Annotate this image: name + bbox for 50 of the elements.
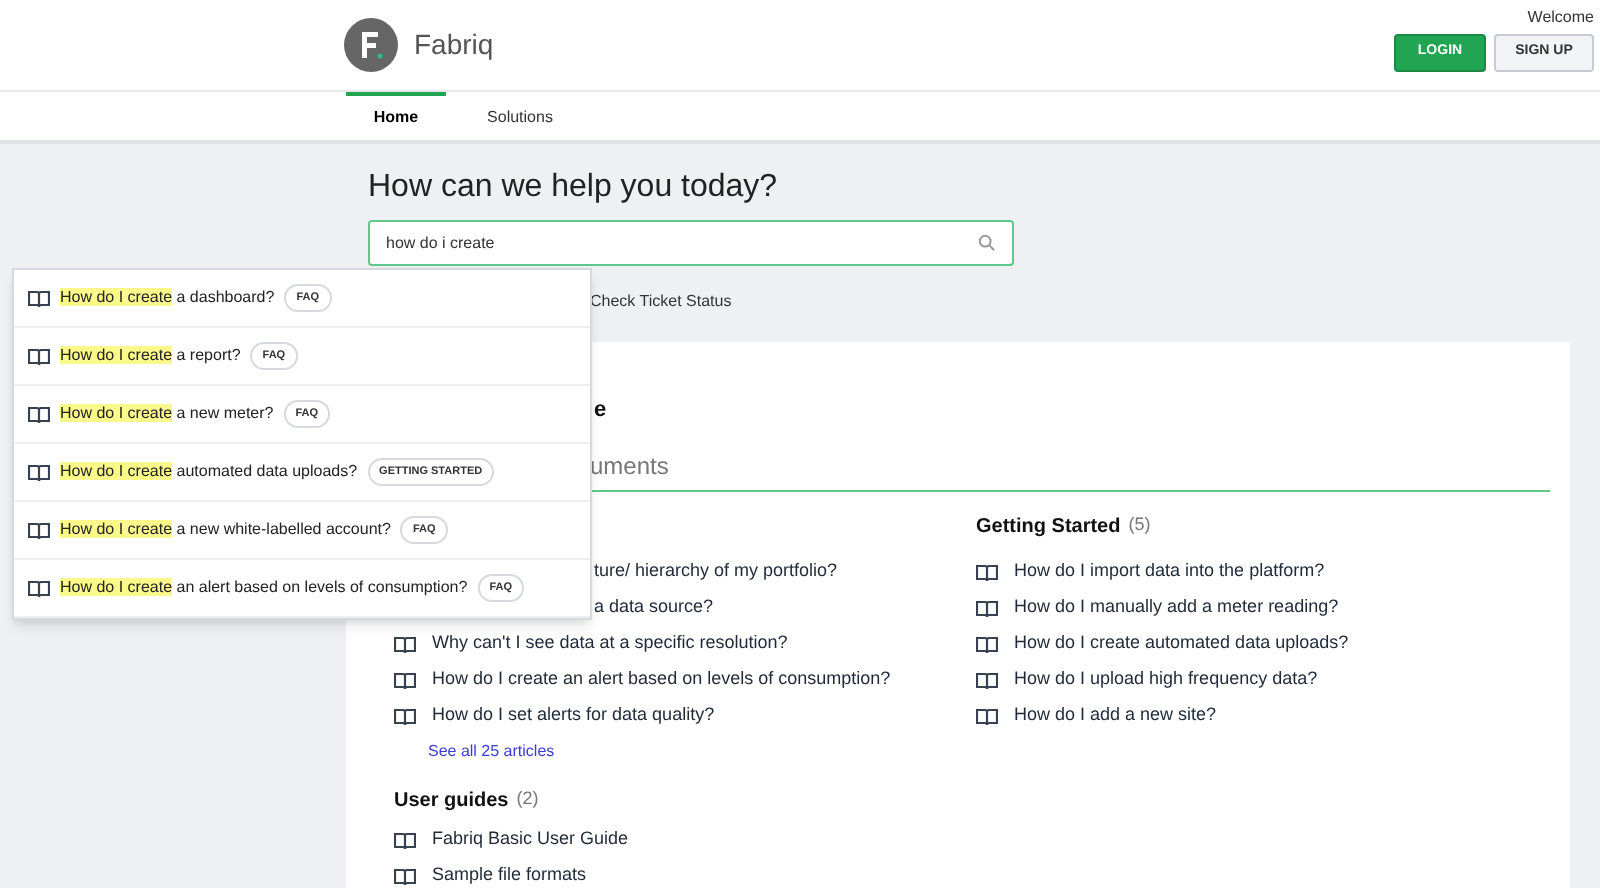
book-icon <box>976 635 998 653</box>
logo-icon <box>344 18 398 72</box>
book-icon <box>28 579 50 597</box>
book-icon <box>976 563 998 581</box>
book-icon <box>394 671 416 689</box>
search-icon <box>978 234 996 252</box>
book-icon <box>28 463 50 481</box>
book-icon <box>976 599 998 617</box>
documents-tab[interactable]: uments <box>590 452 669 480</box>
book-icon <box>976 671 998 689</box>
book-icon <box>28 347 50 365</box>
brand-name: Fabriq <box>414 26 494 64</box>
article-link[interactable]: ture/ hierarchy of my portfolio? <box>594 558 838 586</box>
section-title: Getting Started <box>976 513 1121 541</box>
article-link[interactable]: How do I set alerts for data quality? <box>432 702 715 730</box>
welcome-text: Welcome <box>1527 6 1594 30</box>
article-count: (5) <box>1128 512 1151 539</box>
ticket-link[interactable]: Check Ticket Status <box>590 290 732 314</box>
article-link[interactable]: How do I import data into the platform? <box>1014 558 1325 586</box>
book-icon <box>976 707 998 725</box>
nav-tab[interactable]: Home <box>346 92 446 140</box>
section-heading: e <box>592 396 607 426</box>
suggestion-text: How do I create a dashboard? <box>60 286 275 310</box>
article-link[interactable]: a data source? <box>594 594 714 622</box>
suggestion-text: How do I create a new meter? <box>60 402 274 426</box>
page-title: How can we help you today? <box>368 168 780 208</box>
article-link[interactable]: How do I upload high frequency data? <box>1014 666 1318 694</box>
suggestion-text: How do I create a report? <box>60 344 241 368</box>
book-icon <box>394 867 416 885</box>
search-field[interactable]: how do i create <box>368 220 1014 266</box>
article-link[interactable]: Why can't I see data at a specific resolution? <box>432 630 788 658</box>
see-all-link[interactable]: See all 25 articles <box>428 740 555 764</box>
book-icon <box>28 405 50 423</box>
section-title: User guides <box>394 787 509 815</box>
book-icon <box>28 289 50 307</box>
book-icon <box>394 707 416 725</box>
suggestion-text: How do I create a new white-labelled account? <box>60 518 391 542</box>
book-icon <box>394 635 416 653</box>
article-link[interactable]: How do I add a new site? <box>1014 702 1217 730</box>
article-link[interactable]: How do I manually add a meter reading? <box>1014 594 1339 622</box>
article-link[interactable]: Fabriq Basic User Guide <box>432 826 629 854</box>
book-icon <box>394 831 416 849</box>
suggestion-text: How do I create an alert based on levels of consumption? <box>60 576 468 600</box>
article-count: (2) <box>516 786 539 813</box>
article-link[interactable]: How do I create automated data uploads? <box>1014 630 1349 658</box>
article-link[interactable]: Sample file formats <box>432 862 587 888</box>
article-link[interactable]: How do I create an alert based on levels of consumption? <box>432 666 891 694</box>
nav-tab[interactable]: Solutions <box>470 92 570 140</box>
suggestion-text: How do I create automated data uploads? <box>60 460 358 484</box>
book-icon <box>28 521 50 539</box>
